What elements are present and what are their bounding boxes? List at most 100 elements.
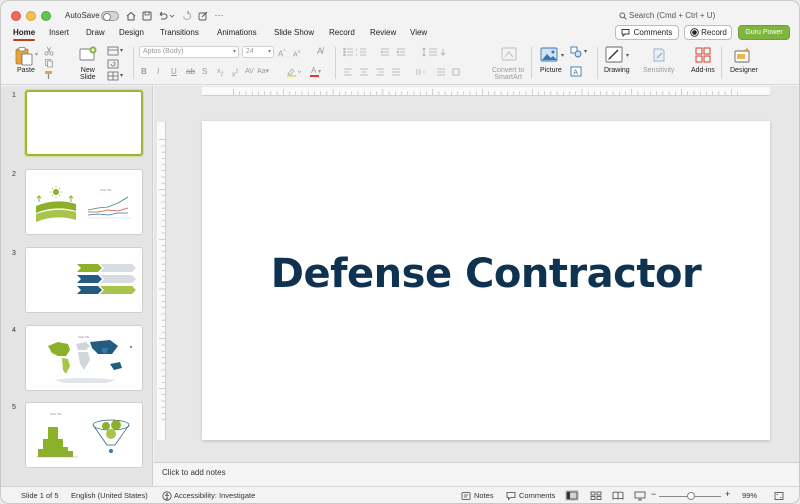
- maximize-window-button[interactable]: [41, 11, 51, 21]
- font-name-value: Aptos (Body): [143, 48, 184, 55]
- font-size-combo[interactable]: 24 ▾: [242, 46, 274, 58]
- svg-text:Chart Title: Chart Title: [100, 189, 112, 192]
- drawing-icon[interactable]: [605, 46, 625, 64]
- tab-view[interactable]: View: [410, 28, 427, 37]
- picture-dropdown-icon[interactable]: ▾: [561, 51, 564, 61]
- customize-icon[interactable]: [197, 10, 209, 22]
- change-case-icon[interactable]: Aa▾: [257, 67, 269, 77]
- new-slide-label: New Slide: [80, 67, 96, 81]
- tab-insert[interactable]: Insert: [49, 28, 69, 37]
- tab-record[interactable]: Record: [329, 28, 355, 37]
- tab-draw[interactable]: Draw: [86, 28, 105, 37]
- character-spacing-icon[interactable]: AV: [245, 67, 254, 77]
- picture-icon[interactable]: [540, 46, 560, 64]
- autosave-toggle[interactable]: [101, 11, 119, 21]
- tab-review[interactable]: Review: [370, 28, 396, 37]
- accessibility-status[interactable]: Accessibility: Investigate: [174, 491, 255, 500]
- shapes-icon[interactable]: [570, 46, 582, 58]
- language-indicator[interactable]: English (United States): [71, 491, 148, 500]
- font-name-combo[interactable]: Aptos (Body) ▾: [139, 46, 239, 58]
- comments-button[interactable]: Comments: [615, 25, 679, 40]
- search-input[interactable]: Search (Cmd + Ctrl + U): [629, 11, 715, 20]
- layout-dropdown-icon[interactable]: ▾: [120, 46, 123, 56]
- strikethrough-icon[interactable]: ab: [186, 67, 195, 77]
- zoom-in-button[interactable]: +: [725, 489, 730, 499]
- normal-view-button[interactable]: [565, 490, 579, 501]
- paste-dropdown-icon[interactable]: ▾: [35, 50, 38, 60]
- underline-icon[interactable]: U: [171, 67, 177, 77]
- section-dropdown-icon[interactable]: ▾: [120, 71, 123, 81]
- layout-icon[interactable]: [107, 46, 119, 56]
- ribbon-separator: [597, 47, 598, 79]
- notes-pane[interactable]: Click to add notes: [154, 462, 799, 486]
- format-painter-icon[interactable]: [44, 70, 54, 80]
- fit-to-window-icon[interactable]: [774, 491, 784, 501]
- slide-thumbnail-1[interactable]: [25, 90, 143, 156]
- save-icon[interactable]: [141, 10, 153, 22]
- record-button[interactable]: Record: [684, 25, 732, 40]
- vertical-ruler[interactable]: [157, 122, 166, 440]
- shapes-dropdown-icon[interactable]: ▾: [584, 47, 587, 57]
- slide-sorter-button[interactable]: [589, 490, 603, 501]
- reading-view-button[interactable]: [611, 490, 625, 501]
- clear-formatting-icon[interactable]: A̸: [317, 46, 323, 56]
- designer-icon[interactable]: [733, 45, 753, 65]
- tab-transitions[interactable]: Transitions: [160, 28, 199, 37]
- tab-slide-show[interactable]: Slide Show: [274, 28, 314, 37]
- convert-label-line2: SmartArt: [494, 74, 522, 81]
- slide-sorter-icon: [590, 491, 602, 500]
- slide-canvas[interactable]: Defense Contractor: [202, 121, 770, 440]
- slide-thumbnail-5[interactable]: Chart Title: [25, 402, 143, 468]
- redo-icon[interactable]: [181, 10, 193, 22]
- title-bar: AutoSave ··· Search (Cmd + Ctrl + U): [1, 1, 799, 23]
- tab-design[interactable]: Design: [119, 28, 144, 37]
- copy-icon[interactable]: [44, 58, 54, 68]
- zoom-out-button[interactable]: −: [651, 489, 656, 499]
- subscript-icon[interactable]: x2: [217, 67, 223, 79]
- list-controls[interactable]: 12: [343, 47, 413, 57]
- reset-icon[interactable]: [107, 59, 119, 69]
- sensitivity-icon[interactable]: [651, 46, 667, 64]
- alignment-controls[interactable]: [343, 67, 413, 77]
- shadow-icon[interactable]: S: [202, 67, 207, 77]
- decrease-font-icon[interactable]: Av: [293, 47, 300, 60]
- more-options-icon[interactable]: ···: [213, 10, 225, 22]
- tab-animations[interactable]: Animations: [217, 28, 257, 37]
- slide-thumbnail-4[interactable]: Chart Title: [25, 325, 143, 391]
- bold-icon[interactable]: B: [141, 67, 147, 77]
- guru-power-button[interactable]: Guru Power: [738, 25, 790, 40]
- slide-thumbnail-3[interactable]: [25, 247, 143, 313]
- close-window-button[interactable]: [11, 11, 21, 21]
- notes-toggle[interactable]: Notes: [474, 491, 494, 500]
- home-icon[interactable]: [125, 10, 137, 22]
- arrows-thumbnail-graphic: [77, 264, 136, 294]
- comments-toggle[interactable]: Comments: [519, 491, 555, 500]
- cut-icon[interactable]: [44, 46, 54, 56]
- addins-icon[interactable]: [694, 46, 712, 64]
- slide-thumbnail-2[interactable]: Chart Title: [25, 169, 143, 235]
- drawing-dropdown-icon[interactable]: ▾: [626, 51, 629, 61]
- accessibility-icon: [162, 491, 172, 501]
- smartart-icon[interactable]: [499, 46, 519, 64]
- zoom-slider-handle[interactable]: [687, 492, 695, 500]
- italic-icon[interactable]: I: [157, 67, 159, 77]
- section-icon[interactable]: [107, 71, 119, 81]
- undo-dropdown-icon[interactable]: [169, 10, 175, 22]
- tab-home[interactable]: Home: [13, 28, 36, 41]
- slide-show-button[interactable]: [633, 490, 647, 501]
- autosave-label: AutoSave: [65, 11, 100, 20]
- textbox-icon[interactable]: A: [570, 66, 582, 77]
- new-slide-icon[interactable]: [78, 45, 98, 65]
- superscript-icon[interactable]: x2: [232, 67, 238, 80]
- undo-icon[interactable]: [157, 10, 169, 22]
- increase-font-icon[interactable]: A^: [278, 47, 286, 60]
- paste-icon[interactable]: [14, 46, 34, 66]
- text-direction-icon[interactable]: [415, 67, 461, 77]
- horizontal-ruler[interactable]: [202, 87, 770, 96]
- zoom-level[interactable]: 99%: [742, 491, 757, 500]
- highlight-icon[interactable]: [286, 67, 302, 77]
- line-spacing-icon[interactable]: [421, 47, 451, 57]
- reading-view-icon: [612, 491, 624, 500]
- slide-title[interactable]: Defense Contractor: [202, 251, 770, 297]
- minimize-window-button[interactable]: [26, 11, 36, 21]
